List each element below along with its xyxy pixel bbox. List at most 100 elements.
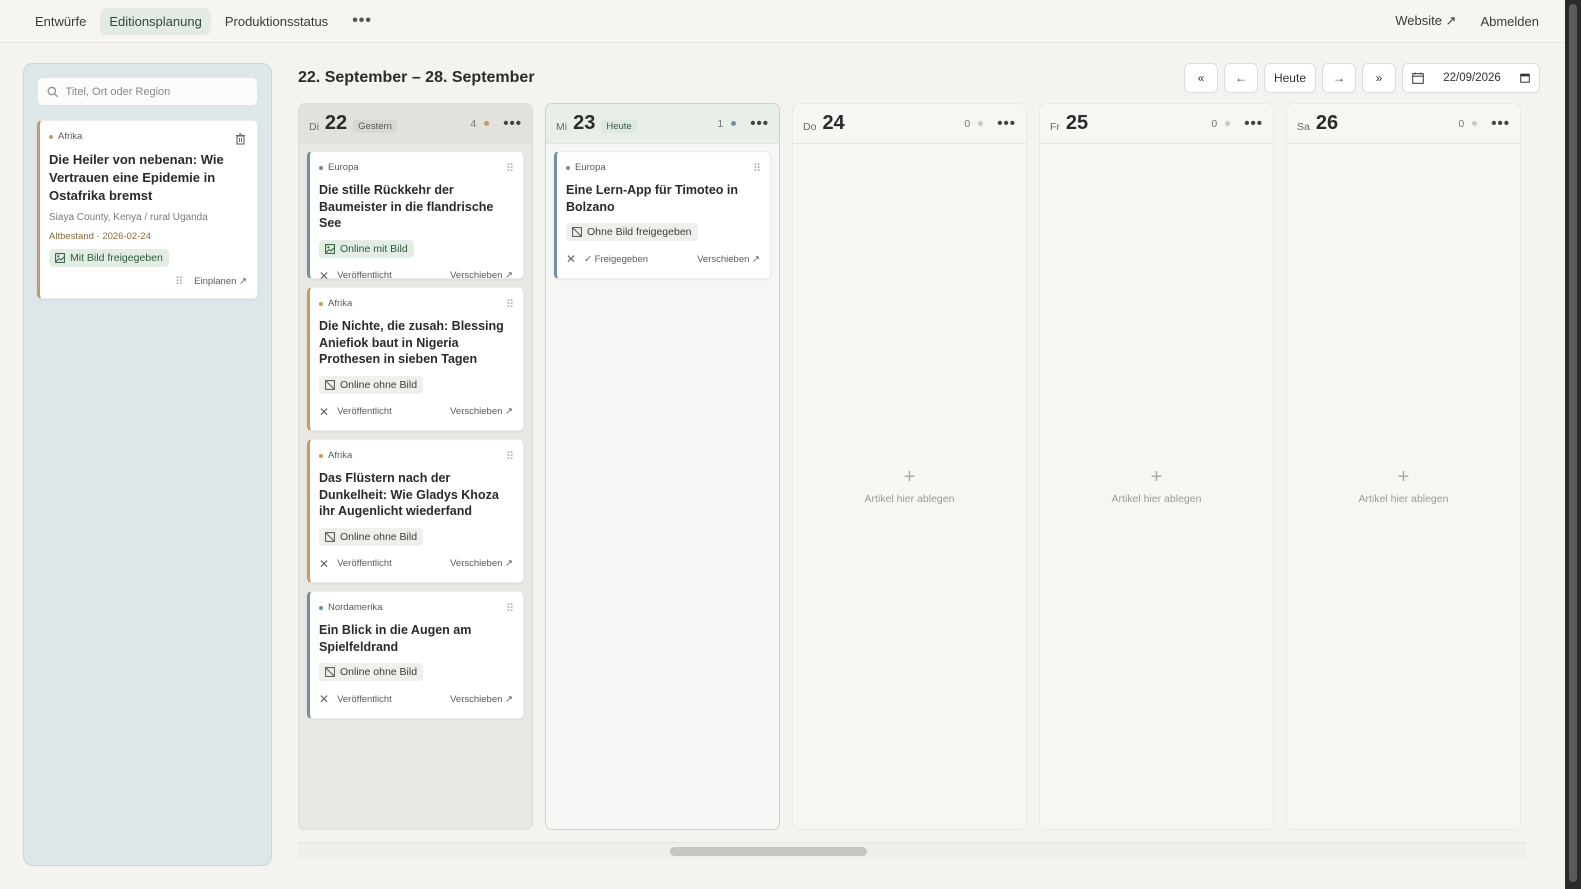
close-icon[interactable]: ✕ xyxy=(319,557,329,571)
date-picker[interactable]: 22/09/2026 xyxy=(1402,63,1540,93)
drop-zone-label: Artikel hier ablegen xyxy=(1111,493,1202,505)
card-meta: Altbestand · 2026-02-24 xyxy=(49,231,151,242)
next-day-button[interactable]: → xyxy=(1322,63,1356,93)
horizontal-scroll-thumb[interactable] xyxy=(670,847,867,856)
region-label: Europa xyxy=(575,162,606,173)
day-column-tue[interactable]: Di 22 Gestern 4 ••• Europa ⠿ Die stille … xyxy=(298,103,533,830)
card-title: Die Heiler von nebenan: Wie Vertrauen ei… xyxy=(49,152,224,203)
close-icon[interactable]: ✕ xyxy=(566,252,576,266)
drop-zone-label: Artikel hier ablegen xyxy=(864,493,955,505)
day-number: 24 xyxy=(822,112,845,134)
day-header: Mi 23 Heute 1 ••• xyxy=(546,104,779,144)
drag-handle-icon[interactable]: ⠿ xyxy=(175,275,183,288)
article-card[interactable]: Afrika ⠿ Das Flüstern nach der Dunkelhei… xyxy=(307,439,524,583)
day-header: Do 24 0 ••• xyxy=(793,104,1026,144)
image-status-badge: Mit Bild freigegeben xyxy=(49,249,169,267)
article-card[interactable]: Nordamerika ⠿ Ein Blick in die Augen am … xyxy=(307,591,524,719)
card-status: ✓ Freigegeben xyxy=(584,253,649,265)
day-name: Di xyxy=(309,120,319,133)
region-dot xyxy=(49,134,53,139)
search-input[interactable] xyxy=(65,85,248,98)
card-title: Die stille Rückkehr der Baumeister in di… xyxy=(319,183,494,230)
badge-label: Online ohne Bild xyxy=(340,530,418,543)
drag-handle-icon[interactable]: ⠿ xyxy=(506,602,514,615)
website-link[interactable]: Website ↗ xyxy=(1395,13,1456,29)
search-icon xyxy=(47,86,58,97)
day-column-sat[interactable]: Sa 26 0 ••• + Artikel hier ablegen xyxy=(1286,103,1521,830)
drag-handle-icon[interactable]: ⠿ xyxy=(506,162,514,175)
image-status-badge: Online ohne Bild xyxy=(319,527,424,546)
prev-week-button[interactable]: « xyxy=(1183,63,1218,93)
count-dot xyxy=(1225,121,1231,126)
move-button[interactable]: Verschieben ↗ xyxy=(697,254,760,265)
close-icon[interactable]: ✕ xyxy=(319,692,329,706)
drag-handle-icon[interactable]: ⠿ xyxy=(753,162,761,175)
card-title: Ein Blick in die Augen am Spielfeldrand xyxy=(319,623,472,654)
move-button[interactable]: Verschieben ↗ xyxy=(450,406,513,417)
region-dot xyxy=(319,301,323,306)
close-icon[interactable]: ✕ xyxy=(319,405,329,419)
drag-handle-icon[interactable]: ⠿ xyxy=(506,450,514,463)
card-footer: ✕ ✓ Freigegeben Verschieben ↗ xyxy=(566,252,760,266)
close-icon[interactable]: ✕ xyxy=(319,269,329,283)
drop-zone[interactable]: + Artikel hier ablegen xyxy=(1040,466,1273,505)
day-menu-button[interactable]: ••• xyxy=(997,115,1016,132)
vertical-scroll-thumb[interactable] xyxy=(1569,4,1577,882)
calendar-picker-icon[interactable] xyxy=(1520,73,1530,83)
day-menu-button[interactable]: ••• xyxy=(1244,115,1263,132)
day-menu-button[interactable]: ••• xyxy=(503,115,522,132)
prev-day-button[interactable]: ← xyxy=(1223,63,1258,93)
day-menu-button[interactable]: ••• xyxy=(1491,115,1510,132)
logout-link[interactable]: Abmelden xyxy=(1480,14,1539,29)
count-value: 0 xyxy=(1211,117,1218,130)
search-box[interactable] xyxy=(37,77,258,106)
next-week-button[interactable]: » xyxy=(1362,63,1396,93)
card-status: Veröffentlicht xyxy=(337,270,392,281)
tab-editionsplanung[interactable]: Editionsplanung xyxy=(100,7,211,35)
double-chevron-left-icon: « xyxy=(1197,71,1205,85)
plus-icon: + xyxy=(1150,466,1163,488)
day-name: Sa xyxy=(1297,120,1310,133)
more-menu-button[interactable]: ••• xyxy=(344,12,380,30)
day-count: 0 xyxy=(964,118,984,130)
day-column-wed[interactable]: Mi 23 Heute 1 ••• Europa ⠿ Eine Lern-App… xyxy=(545,103,780,830)
card-place: Siaya County, Kenya / rural Uganda xyxy=(49,212,208,223)
drop-zone[interactable]: + Artikel hier ablegen xyxy=(1287,466,1520,505)
today-button[interactable]: Heute xyxy=(1263,63,1316,93)
drop-zone[interactable]: + Artikel hier ablegen xyxy=(793,466,1026,505)
draft-card[interactable]: Afrika Die Heiler von nebenan: Wie Vertr… xyxy=(37,120,258,299)
schedule-button[interactable]: Einplanen ↗ xyxy=(194,276,247,287)
card-region: Afrika xyxy=(319,298,513,309)
article-card[interactable]: Europa ⠿ Eine Lern-App für Timoteo in Bo… xyxy=(554,151,771,279)
tab-entwuerfe[interactable]: Entwürfe xyxy=(26,8,95,35)
calendar-icon xyxy=(1412,72,1424,84)
day-menu-button[interactable]: ••• xyxy=(750,115,769,132)
arrow-left-icon: ← xyxy=(1234,71,1247,85)
card-footer: ✕ Veröffentlicht Verschieben ↗ xyxy=(319,692,513,706)
no-image-icon xyxy=(325,531,335,542)
vertical-scrollbar[interactable] xyxy=(1565,0,1581,889)
card-region: Afrika xyxy=(49,131,247,142)
day-count: 4 xyxy=(470,118,490,130)
card-footer: ✕ Veröffentlicht Verschieben ↗ xyxy=(319,557,513,571)
article-card[interactable]: Europa ⠿ Die stille Rückkehr der Baumeis… xyxy=(307,151,524,283)
horizontal-scrollbar[interactable] xyxy=(298,842,1526,858)
day-body: Europa ⠿ Eine Lern-App für Timoteo in Bo… xyxy=(546,144,779,286)
trash-icon[interactable] xyxy=(235,133,246,145)
move-button[interactable]: Verschieben ↗ xyxy=(450,694,513,705)
day-count: 0 xyxy=(1211,117,1231,130)
card-status: Veröffentlicht xyxy=(337,406,392,417)
day-column-thu[interactable]: Do 24 0 ••• + Artikel hier ablegen xyxy=(792,103,1027,830)
drag-handle-icon[interactable]: ⠿ xyxy=(506,298,514,311)
day-name: Mi xyxy=(556,120,568,133)
move-button[interactable]: Verschieben ↗ xyxy=(450,558,513,569)
tab-produktionsstatus[interactable]: Produktionsstatus xyxy=(216,8,337,35)
move-button[interactable]: Verschieben ↗ xyxy=(450,270,513,281)
region-label: Afrika xyxy=(328,298,353,309)
article-card[interactable]: Afrika ⠿ Die Nichte, die zusah: Blessing… xyxy=(307,287,524,431)
card-region: Nordamerika xyxy=(319,602,513,613)
day-column-fri[interactable]: Fr 25 0 ••• + Artikel hier ablegen xyxy=(1039,103,1274,830)
day-number: 22 xyxy=(324,112,348,134)
day-count: 0 xyxy=(1458,118,1478,130)
card-status: Veröffentlicht xyxy=(337,693,392,705)
